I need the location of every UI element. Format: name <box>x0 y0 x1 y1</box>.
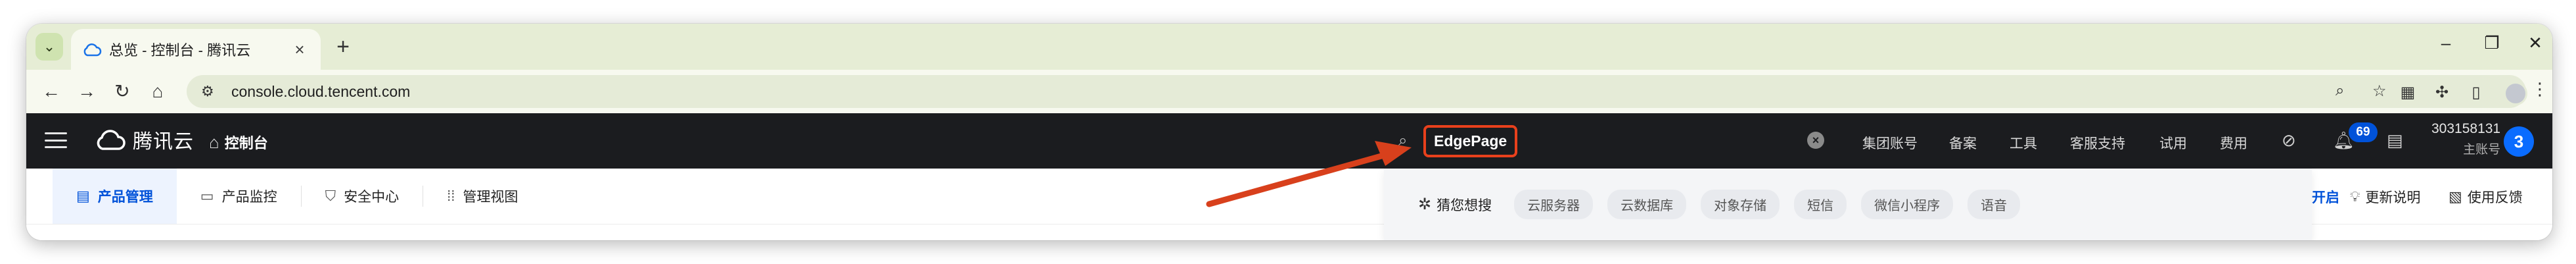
annotation-arrow <box>1206 141 1412 207</box>
